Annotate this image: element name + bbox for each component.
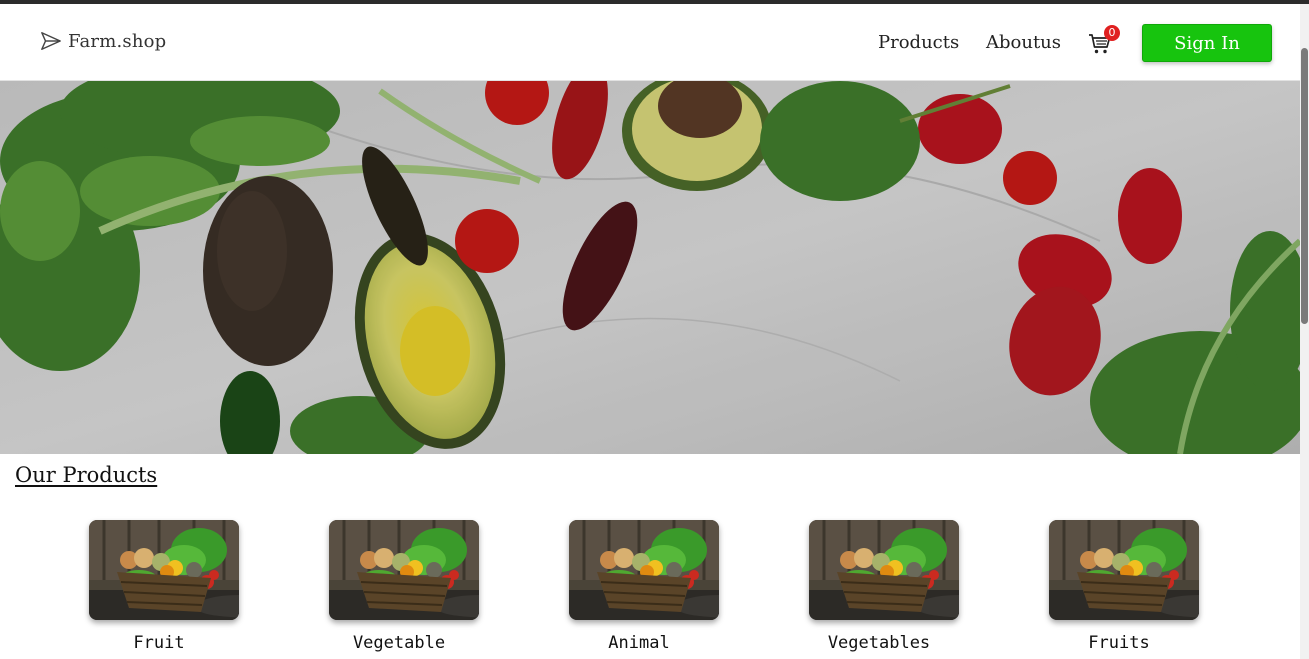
product-card[interactable]: Fruit — [89, 520, 239, 653]
section-title: Our Products — [15, 463, 158, 487]
vegetable-basket-photo — [569, 520, 719, 620]
product-card-image[interactable] — [89, 520, 239, 620]
vegetable-basket-photo — [89, 520, 239, 620]
scrollbar-thumb[interactable] — [1301, 48, 1308, 324]
sign-in-button[interactable]: Sign In — [1142, 24, 1272, 62]
navbar: Farm.shop Products Aboutus 0 Sign In — [0, 4, 1300, 81]
cart-button[interactable]: 0 — [1088, 25, 1120, 56]
hero-banner — [0, 81, 1300, 454]
product-card-label[interactable]: Fruits — [1019, 633, 1219, 653]
product-card-label[interactable]: Animal — [539, 633, 739, 653]
product-card-image[interactable] — [809, 520, 959, 620]
product-card-image[interactable] — [329, 520, 479, 620]
product-card-image[interactable] — [1049, 520, 1199, 620]
product-card-image[interactable] — [569, 520, 719, 620]
vegetables-on-marble-photo — [0, 81, 1300, 454]
product-card-label[interactable]: Vegetables — [779, 633, 979, 653]
product-card[interactable]: Vegetable — [329, 520, 479, 653]
product-card-label[interactable]: Fruit — [59, 633, 259, 653]
product-card[interactable]: Fruits — [1049, 520, 1199, 653]
brand-name: Farm.shop — [68, 30, 167, 52]
nav-link-products[interactable]: Products — [878, 32, 959, 53]
nav-link-aboutus[interactable]: Aboutus — [986, 32, 1061, 53]
page-scrollbar[interactable] — [1300, 4, 1309, 659]
vegetable-basket-photo — [329, 520, 479, 620]
product-card[interactable]: Animal — [569, 520, 719, 653]
product-card[interactable]: Vegetables — [809, 520, 959, 653]
cart-count-badge: 0 — [1104, 25, 1120, 41]
product-card-label[interactable]: Vegetable — [299, 633, 499, 653]
paper-plane-icon — [41, 32, 61, 50]
vegetable-basket-photo — [1049, 520, 1199, 620]
brand-logo[interactable]: Farm.shop — [40, 30, 166, 52]
vegetable-basket-photo — [809, 520, 959, 620]
